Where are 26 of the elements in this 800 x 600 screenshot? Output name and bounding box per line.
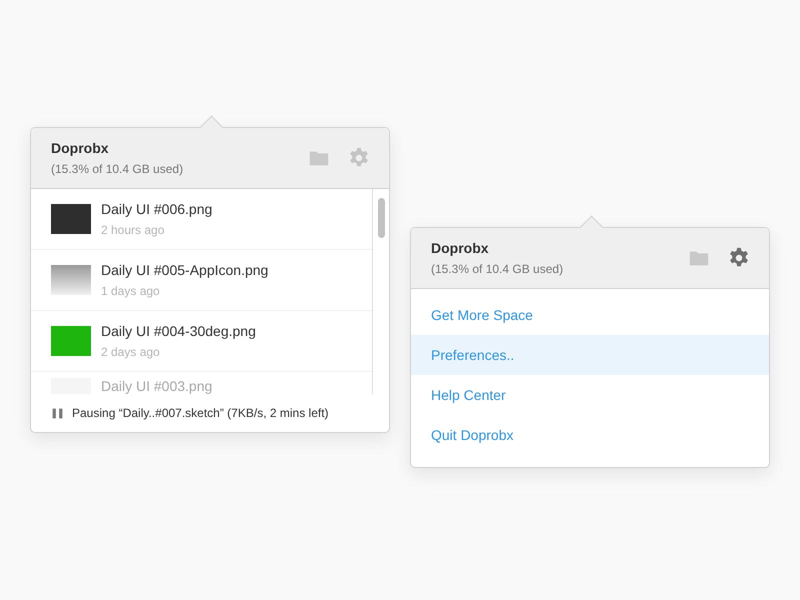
file-row[interactable]: Daily UI #004-30deg.png 2 days ago [31,311,372,372]
settings-icon[interactable] [728,247,750,269]
menu-item[interactable]: Preferences.. [411,335,769,375]
file-name: Daily UI #003.png [101,378,212,394]
file-time: 2 days ago [101,345,161,359]
sync-status: Pausing “Daily..#007.sketch” (7KB/s, 2 mins left) [72,406,329,420]
menu-item[interactable]: Get More Space [411,295,769,335]
scrollbar-thumb[interactable] [378,198,384,238]
app-title: Doprobx [431,240,490,256]
file-time: 2 hours ago [101,223,166,237]
file-name: Daily UI #006.png [101,201,212,217]
app-title: Doprobx [51,140,110,156]
menu-item[interactable]: Quit Doprobx [411,415,769,455]
thumbnail-image [51,204,91,234]
file-name: Daily UI #005-AppIcon.png [101,262,268,278]
pause-icon[interactable] [51,406,64,420]
file-time: 1 days ago [101,284,161,298]
thumbnail-image [51,265,91,295]
storage-usage: (15.3% of 10.4 GB used) [51,162,184,176]
file-row[interactable]: Daily UI #005-AppIcon.png 1 days ago [31,250,372,311]
thumbnail-image [51,326,91,356]
file-row[interactable]: Daily UI #003.png [31,372,372,394]
storage-usage: (15.3% of 10.4 GB used) [431,262,564,276]
menu-item[interactable]: Help Center [411,375,769,415]
file-row[interactable]: Daily UI #006.png 2 hours ago [31,189,372,250]
file-name: Daily UI #004-30deg.png [101,323,256,339]
